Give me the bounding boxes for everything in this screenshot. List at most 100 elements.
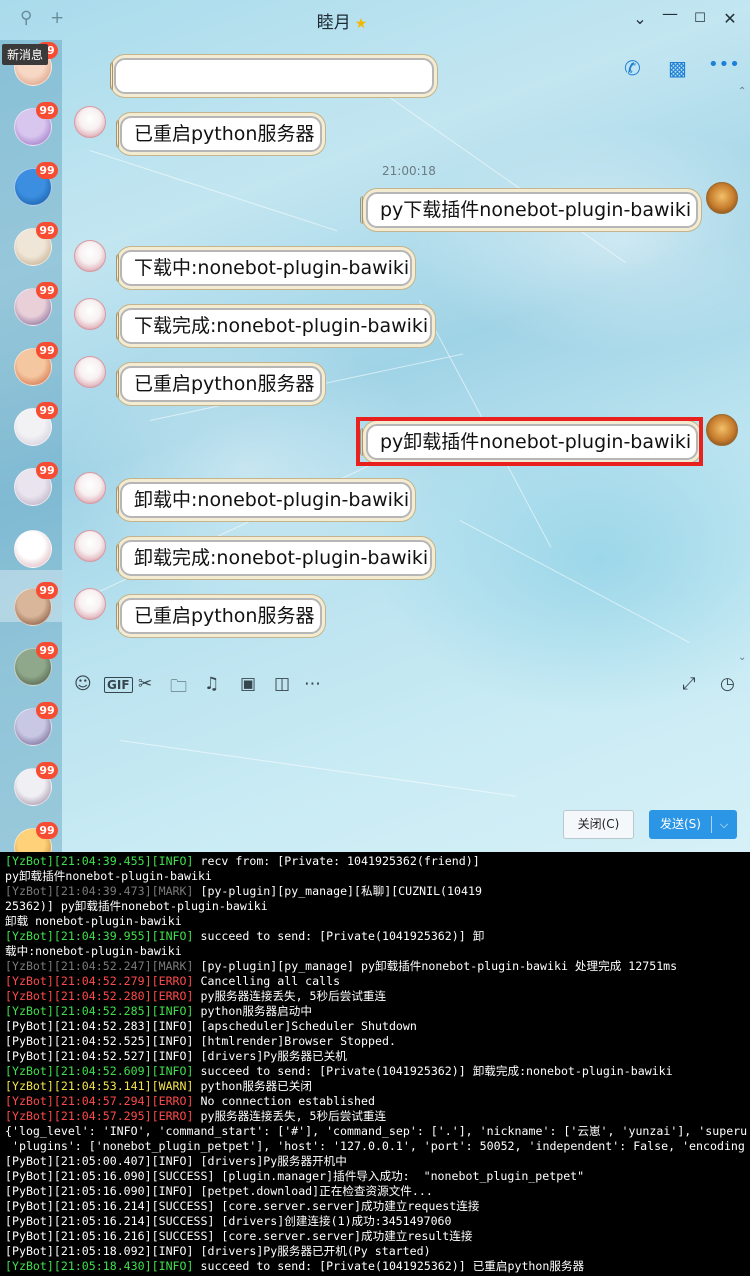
bot-avatar[interactable] xyxy=(74,588,106,620)
console-time: [21:04:52.527] xyxy=(53,1049,152,1063)
console-text: recv from: [Private: 1041925362(friend)] xyxy=(193,854,480,868)
console-text: {'log_level': 'INFO', 'command_start': [… xyxy=(5,1124,748,1138)
console-line: [PyBot][21:05:16.214][SUCCESS] [core.ser… xyxy=(5,1199,750,1214)
message-text: 下载中:nonebot-plugin-bawiki xyxy=(134,257,410,279)
console-level: [INFO] xyxy=(151,1184,194,1198)
console-tag: [PyBot] xyxy=(5,1034,54,1048)
gif-icon[interactable]: GIF xyxy=(104,677,133,693)
console-text: [plugin.manager]插件导入成功: "nonebot_plugin_… xyxy=(214,1169,585,1183)
console-text: Cancelling all calls xyxy=(193,974,341,988)
expand-icon[interactable]: ⤢ xyxy=(682,674,696,694)
my-avatar[interactable] xyxy=(706,182,738,214)
unread-badge: 99 xyxy=(36,822,58,839)
console-time: [21:05:16.214] xyxy=(53,1199,152,1213)
shake-icon[interactable]: ◫ xyxy=(274,674,290,694)
emoji-icon[interactable]: ☺ xyxy=(74,674,92,694)
maximize-icon[interactable]: ☐ xyxy=(690,11,710,26)
console-line: [YzBot][21:04:57.294][ERRO] No connectio… xyxy=(5,1094,750,1109)
console-tag: [YzBot] xyxy=(5,1259,54,1273)
message-text: 卸载中:nonebot-plugin-bawiki xyxy=(134,489,410,511)
message-bubble[interactable]: 卸载完成:nonebot-plugin-bawiki xyxy=(116,540,432,576)
chevron-down-icon[interactable]: ⌄ xyxy=(630,9,650,28)
message-bubble[interactable]: 已重启python服务器 xyxy=(116,598,322,634)
music-icon[interactable]: ♫ xyxy=(204,674,219,694)
console-text: [core.server.server]成功建立request连接 xyxy=(214,1199,480,1213)
bot-avatar[interactable] xyxy=(74,530,106,562)
console-tag: [PyBot] xyxy=(5,1169,54,1183)
my-avatar[interactable] xyxy=(706,414,738,446)
message-bubble[interactable]: py下载插件nonebot-plugin-bawiki xyxy=(360,192,698,228)
console-tag: [YzBot] xyxy=(5,1004,54,1018)
console-line: [PyBot][21:04:52.527][INFO] [drivers]Py服… xyxy=(5,1049,750,1064)
background-crack xyxy=(459,520,690,643)
unread-badge: 99 xyxy=(36,702,58,719)
bot-avatar[interactable] xyxy=(74,298,106,330)
console-level: [INFO] xyxy=(151,1034,194,1048)
console-time: [21:04:39.473] xyxy=(53,884,152,898)
folder-icon[interactable]: 🗀 xyxy=(170,674,187,703)
console-line: py卸载插件nonebot-plugin-bawiki xyxy=(5,869,750,884)
console-time: [21:05:16.090] xyxy=(53,1184,152,1198)
console-line: [PyBot][21:05:16.090][INFO] [petpet.down… xyxy=(5,1184,750,1199)
console-text: [drivers]Py服务器已开机(Py started) xyxy=(193,1244,431,1258)
send-button[interactable]: 发送(S) ⌵ xyxy=(649,810,737,839)
console-time: [21:05:16.214] xyxy=(53,1214,152,1228)
image-icon[interactable]: ▣ xyxy=(240,674,256,694)
message-bubble[interactable]: 下载完成:nonebot-plugin-bawiki xyxy=(116,308,432,344)
console-tag: [YzBot] xyxy=(5,1109,54,1123)
console-tag: [YzBot] xyxy=(5,989,54,1003)
console-text: 载中:nonebot-plugin-bawiki xyxy=(5,944,182,958)
console-text: [htmlrender]Browser Stopped. xyxy=(193,1034,396,1048)
unread-badge: 99 xyxy=(36,402,58,419)
search-icon[interactable]: ⚲ xyxy=(20,8,32,28)
console-time: [21:05:18.430] xyxy=(53,1259,152,1273)
console-text: 'plugins': ['nonebot_plugin_petpet'], 'h… xyxy=(5,1139,745,1153)
message-bubble[interactable]: 卸载中:nonebot-plugin-bawiki xyxy=(116,482,412,518)
contact-avatar[interactable] xyxy=(14,530,52,568)
console-time: [21:05:18.092] xyxy=(53,1244,152,1258)
console-text: [drivers]Py服务器已关机 xyxy=(193,1049,347,1063)
unread-badge: 99 xyxy=(36,342,58,359)
bot-avatar[interactable] xyxy=(74,240,106,272)
console-tag: [PyBot] xyxy=(5,1019,54,1033)
new-message-label[interactable]: 新消息 xyxy=(2,44,49,65)
console-time: [21:04:52.609] xyxy=(53,1064,152,1078)
console-tag: [YzBot] xyxy=(5,974,54,988)
history-icon[interactable]: ◷ xyxy=(720,674,735,694)
console-level: [INFO] xyxy=(151,1019,194,1033)
background-crack xyxy=(89,150,338,232)
minimize-icon[interactable]: — xyxy=(660,4,680,23)
console-level: [ERRO] xyxy=(151,1094,194,1108)
message-bubble[interactable]: 下载中:nonebot-plugin-bawiki xyxy=(116,250,412,286)
unread-badge: 99 xyxy=(36,162,58,179)
scissors-icon[interactable]: ✂ xyxy=(138,674,152,694)
message-text: 下载完成:nonebot-plugin-bawiki xyxy=(134,315,429,337)
message-bubble[interactable]: 已重启python服务器 xyxy=(116,366,322,402)
message-text: py下载插件nonebot-plugin-bawiki xyxy=(380,199,692,221)
console-text: succeed to send: [Private(1041925362)] 已… xyxy=(193,1259,585,1273)
console-tag: [PyBot] xyxy=(5,1049,54,1063)
bot-avatar[interactable] xyxy=(74,472,106,504)
console-line: [YzBot][21:04:39.455][INFO] recv from: [… xyxy=(5,854,750,869)
bot-avatar[interactable] xyxy=(74,106,106,138)
scroll-down-icon[interactable]: ⌄ xyxy=(738,652,746,663)
console-time: [21:04:52.247] xyxy=(53,959,152,973)
console-time: [21:04:57.294] xyxy=(53,1094,152,1108)
console-line: [PyBot][21:05:16.090][SUCCESS] [plugin.m… xyxy=(5,1169,750,1184)
console-text: 25362)] py卸载插件nonebot-plugin-bawiki xyxy=(5,899,268,913)
background-crack xyxy=(119,740,517,797)
console-line: [YzBot][21:04:52.609][INFO] succeed to s… xyxy=(5,1064,750,1079)
console-text: [py-plugin][py_manage][私聊][CUZNIL(10419 xyxy=(193,884,482,898)
console-line: [YzBot][21:04:52.280][ERRO] py服务器连接丢失, 5… xyxy=(5,989,750,1004)
console-level: [INFO] xyxy=(151,1049,194,1063)
close-icon[interactable]: ✕ xyxy=(720,9,740,28)
console-text: 卸载 nonebot-plugin-bawiki xyxy=(5,914,182,928)
chevron-down-icon[interactable]: ⌵ xyxy=(715,810,733,839)
console-text: [petpet.download]正在检查资源文件... xyxy=(193,1184,433,1198)
more-icon[interactable]: ⋯ xyxy=(304,674,321,694)
bot-avatar[interactable] xyxy=(74,356,106,388)
console-time: [21:04:52.283] xyxy=(53,1019,152,1033)
scroll-up-icon[interactable]: ⌃ xyxy=(738,86,746,97)
close-button[interactable]: 关闭(C) xyxy=(563,810,634,839)
message-bubble[interactable]: 已重启python服务器 xyxy=(116,116,322,152)
